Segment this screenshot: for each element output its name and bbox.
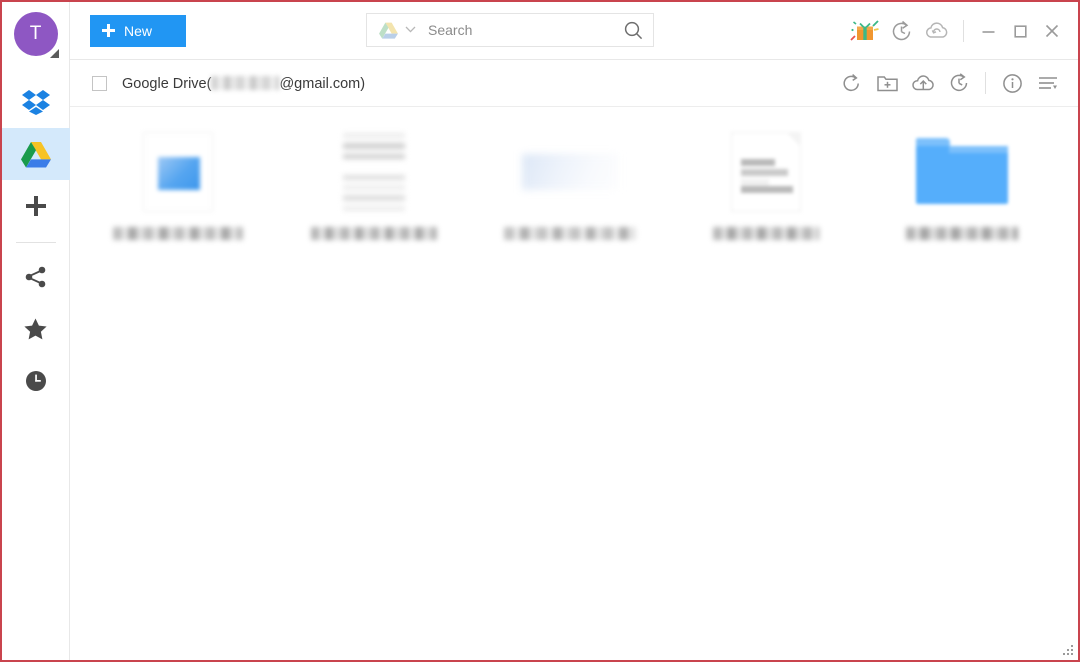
sidebar-item-starred[interactable] [2,303,70,355]
file-name-redacted [504,227,636,240]
plus-icon [25,196,46,216]
file-item-4[interactable] [668,125,864,260]
file-thumbnail [520,129,620,215]
cloud-sync-icon [926,22,948,38]
upload-icon [911,74,934,90]
minimize-button[interactable] [972,13,1004,49]
image-document-icon [143,132,213,212]
gift-icon [850,20,879,41]
sidebar-divider [15,242,56,243]
history-button[interactable] [883,13,919,49]
top-toolbar: New [70,2,1078,60]
refresh-icon [842,73,859,91]
page-document-icon [731,132,801,212]
search-input[interactable] [428,22,624,38]
new-folder-button[interactable] [869,65,905,101]
share-icon [25,266,45,288]
sidebar: T [1,2,70,660]
avatar-dropdown-corner[interactable] [49,49,59,58]
search-scope-drive-icon[interactable] [379,22,398,39]
file-item-5[interactable] [864,125,1060,260]
star-icon [24,318,47,340]
google-drive-icon [20,141,51,167]
account-email-redacted [211,76,280,90]
cloud-sync-button[interactable] [919,13,955,49]
dropbox-icon [21,90,50,115]
new-folder-icon [876,75,898,91]
account-toolbar-divider [985,72,986,94]
top-right-icons [847,2,1068,60]
sync-history-icon [950,73,968,92]
account-bar: Google Drive( @gmail.com) [70,60,1078,107]
folder-icon [916,138,1008,206]
account-toolbar [833,65,1066,101]
refresh-button[interactable] [833,65,869,101]
sidebar-item-google-drive[interactable] [1,128,70,180]
main-area: New Search Google Drive(@gmail.com) [70,2,1078,660]
close-button[interactable] [1036,13,1068,49]
list-menu-icon [1039,77,1057,89]
app-window: T New Search Google Drive(@gmail.com) [0,0,1080,662]
info-icon [1002,73,1022,93]
maximize-button[interactable] [1004,13,1036,49]
account-label-suffix: @gmail.com) [279,76,366,92]
account-label: Google Drive( @gmail.com) [122,74,365,92]
select-all-checkbox[interactable] [92,75,107,91]
file-thumbnail [128,129,228,215]
minimize-icon [982,30,994,33]
close-icon [1045,24,1059,38]
file-browser [70,107,1078,660]
file-name-redacted [113,227,243,240]
faint-document-icon [522,154,618,190]
toolbar-divider [963,20,964,42]
info-button[interactable] [994,65,1030,101]
file-thumbnail [716,129,816,215]
gift-button[interactable] [847,13,883,49]
sidebar-item-add-cloud[interactable] [2,180,70,232]
clock-icon [25,371,46,391]
file-name-redacted [713,227,819,240]
sidebar-item-dropbox[interactable] [2,76,70,128]
sync-history-button[interactable] [941,65,977,101]
upload-button[interactable] [905,65,941,101]
new-button[interactable]: New [90,14,186,47]
chevron-down-icon[interactable] [405,25,416,36]
file-thumbnail [324,129,424,215]
image-preview [158,157,200,190]
plus-icon [102,24,115,37]
sidebar-item-recent[interactable] [2,355,70,407]
file-thumbnail [912,129,1012,215]
search-icon[interactable] [624,21,643,40]
maximize-icon [1013,24,1027,38]
sidebar-item-shared[interactable] [2,251,70,303]
page-fold-corner [786,132,801,147]
file-name-redacted [311,227,437,240]
resize-grip[interactable] [1060,642,1073,655]
avatar[interactable]: T [13,12,59,58]
history-icon [892,20,910,40]
view-options-button[interactable] [1030,65,1066,101]
account-label-prefix: Google Drive( [122,76,212,92]
file-grid [80,125,1068,260]
file-item-3[interactable] [472,125,668,260]
text-document-icon [343,133,405,211]
file-item-1[interactable] [80,125,276,260]
file-item-2[interactable] [276,125,472,260]
new-button-label: New [124,22,153,39]
file-name-redacted [906,227,1018,240]
search-bar[interactable] [366,13,654,47]
